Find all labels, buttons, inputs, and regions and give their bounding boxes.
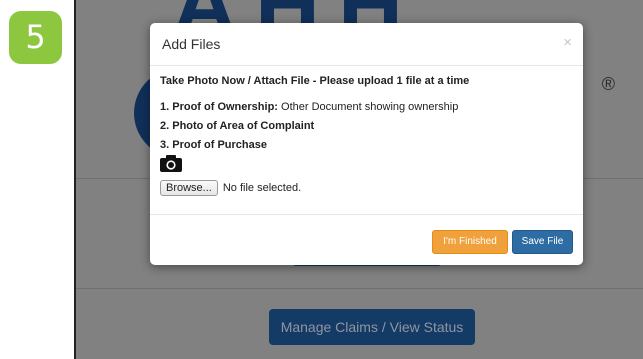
background-divider	[76, 288, 643, 289]
registered-mark: ®	[601, 74, 615, 94]
file-status-text: No file selected.	[222, 182, 302, 194]
requirement-item: 1. Proof of Ownership: Other Document sh…	[160, 101, 458, 113]
modal-title: Add Files	[162, 36, 221, 52]
requirement-label: 2. Photo of Area of Complaint	[160, 120, 315, 132]
modal-body: Take Photo Now / Attach File - Please up…	[160, 65, 573, 213]
browse-button[interactable]: Browse...	[160, 180, 218, 196]
requirement-item: 2. Photo of Area of Complaint	[160, 120, 314, 132]
upload-instruction: Take Photo Now / Attach File - Please up…	[160, 75, 470, 87]
modal-header: Add Files ×	[150, 23, 583, 66]
add-files-modal: Add Files × Take Photo Now / Attach File…	[150, 23, 583, 265]
requirement-detail: Other Document showing ownership	[277, 101, 459, 113]
step-number-badge: 5	[9, 11, 62, 64]
modal-footer: I'm Finished Save File	[150, 214, 583, 266]
finished-button[interactable]: I'm Finished	[432, 230, 508, 254]
requirement-label: 1. Proof of Ownership:	[160, 101, 278, 113]
manage-claims-button[interactable]: Manage Claims / View Status	[269, 309, 475, 345]
requirement-label: 3. Proof of Purchase	[160, 139, 267, 151]
file-input-row: Browse... No file selected.	[160, 179, 301, 197]
camera-icon[interactable]	[160, 155, 182, 172]
requirement-item: 3. Proof of Purchase	[160, 139, 267, 151]
close-icon[interactable]: ×	[563, 34, 572, 51]
save-file-button[interactable]: Save File	[512, 230, 573, 254]
